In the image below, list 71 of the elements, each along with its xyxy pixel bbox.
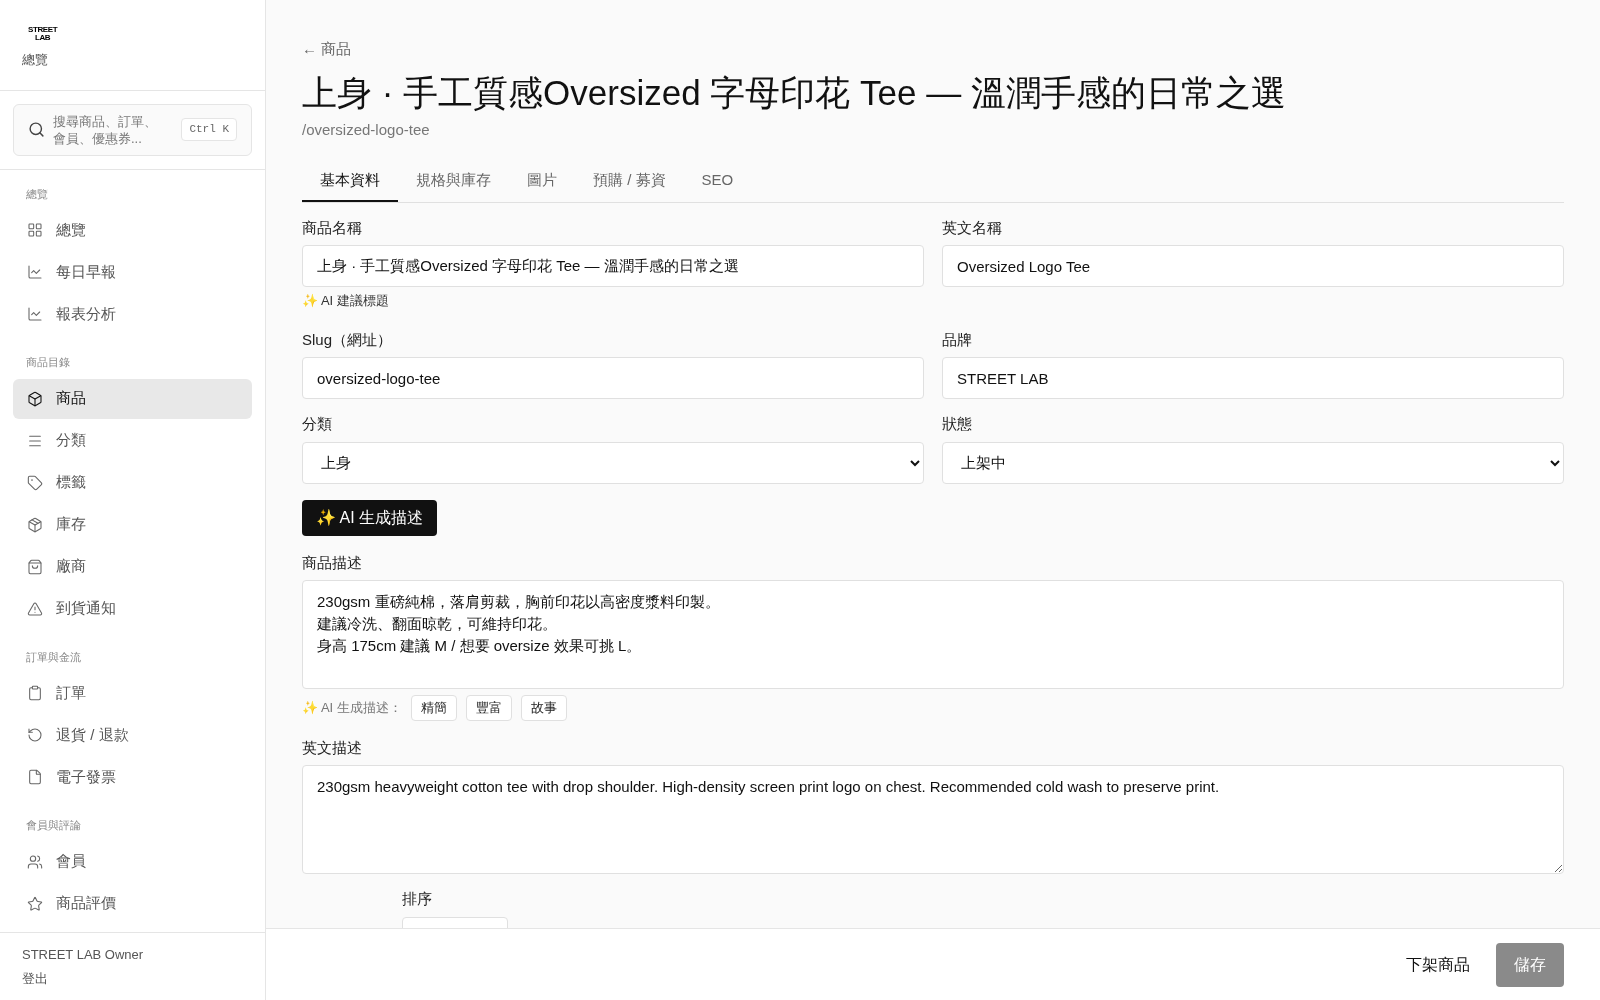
english-name-field[interactable]: Oversized Logo Tee <box>942 245 1564 287</box>
shortcut-key: Ctrl K <box>181 118 237 141</box>
bag-icon <box>27 558 43 575</box>
description-field[interactable]: 230gsm 重磅純棉，落肩剪裁，胸前印花以高密度漿料印製。 建議冷洗、翻面晾乾，可維持印花。 身高 175cm 建議 M / 想要 oversize 效果可挑 L。 <box>302 580 1564 689</box>
status-select[interactable]: 上架中 <box>942 441 1564 484</box>
field-label: 商品名稱 <box>302 217 363 238</box>
ai-suggest-link[interactable]: ✨ AI 建議標題 <box>302 291 924 311</box>
cube-icon <box>27 390 43 407</box>
nav-item[interactable]: 庫存 <box>13 504 252 545</box>
warning-icon <box>27 600 43 617</box>
tab[interactable]: 預購 / 募資 <box>575 167 684 202</box>
field-label: 商品描述 <box>302 552 363 573</box>
nav-item[interactable]: 總覽 <box>13 210 252 250</box>
search-field[interactable]: 搜尋商品、訂單、會員、優惠券... Ctrl K <box>13 103 252 156</box>
nav-item[interactable]: 退貨 / 退款 <box>13 715 252 755</box>
field-label: 英文名稱 <box>942 217 1003 238</box>
field-label: 英文描述 <box>302 737 363 758</box>
product-name-field[interactable]: 上身 · 手工質感Oversized 字母印花 Tee — 溫潤手感的日常之選 <box>302 245 924 287</box>
file-icon <box>27 769 43 785</box>
page-title: 上身 · 手工質感Oversized 字母印花 Tee — 溫潤手感的日常之選 <box>302 71 1287 114</box>
brand-field[interactable]: STREET LAB <box>942 357 1564 399</box>
ai-generate-button[interactable]: ✨ AI 生成描述 <box>302 499 438 536</box>
ai-style-label: ✨ AI 生成描述： <box>302 699 402 717</box>
slug-field[interactable]: oversized-logo-tee <box>302 357 924 399</box>
nav-item[interactable]: 每日早報 <box>13 252 252 292</box>
style-chip[interactable]: 豐富 <box>465 695 512 721</box>
style-chip[interactable]: 精簡 <box>410 695 457 721</box>
nav-item[interactable]: 電子發票 <box>13 757 252 797</box>
field-label: 排序 <box>402 889 433 909</box>
field-label: Slug（網址） <box>302 329 394 350</box>
undo-icon <box>27 727 43 743</box>
nav-section-title: 總覽 <box>25 186 49 202</box>
logout-link[interactable]: 登出 <box>22 968 243 988</box>
unpublish-button[interactable]: 下架商品 <box>1406 952 1470 977</box>
back-link[interactable]: ← 商品 <box>302 38 352 61</box>
nav-item[interactable]: 廠商 <box>13 546 252 587</box>
clipboard-icon <box>27 685 43 701</box>
slug-path: /oversized-logo-tee <box>302 119 431 140</box>
english-description-field[interactable]: 230gsm heavyweight cotton tee with drop shoulder. High-density screen print logo on chest. Recommended cold wash to preserve print. <box>302 765 1564 874</box>
search-placeholder: 搜尋商品、訂單、會員、優惠券... <box>53 112 158 147</box>
nav-item[interactable]: 到貨通知 <box>13 588 252 629</box>
style-chip[interactable]: 故事 <box>520 695 567 721</box>
tab[interactable]: SEO <box>683 167 752 202</box>
tag-icon <box>27 474 43 491</box>
nav-section-title: 訂單與金流 <box>25 649 82 665</box>
logo[interactable]: STREET LAB <box>22 26 58 42</box>
users-icon <box>27 853 43 870</box>
nav-item[interactable]: 會員 <box>13 841 252 882</box>
nav-item[interactable]: 訂單 <box>13 673 252 713</box>
field-label: 品牌 <box>942 329 973 350</box>
line-chart-icon <box>27 264 43 280</box>
nav-item[interactable]: 商品 <box>13 378 252 419</box>
field-label: 分類 <box>302 414 333 434</box>
category-select[interactable]: 上身 <box>302 441 924 484</box>
package-icon <box>27 516 43 533</box>
nav-item[interactable]: 分類 <box>13 420 252 461</box>
star-icon <box>27 895 43 912</box>
user-name: STREET LAB Owner <box>22 946 145 964</box>
search-icon <box>28 121 45 138</box>
tab[interactable]: 基本資料 <box>302 167 398 202</box>
grid-icon <box>27 222 43 238</box>
nav-item[interactable]: 報表分析 <box>13 294 252 334</box>
nav-section-title: 會員與評論 <box>25 818 82 833</box>
tab[interactable]: 圖片 <box>509 167 575 202</box>
nav-item[interactable]: 標籤 <box>13 462 252 503</box>
field-label: 狀態 <box>942 414 973 434</box>
nav-section-title: 商品目錄 <box>25 355 71 370</box>
line-chart-icon <box>27 306 43 322</box>
tab[interactable]: 規格與庫存 <box>398 167 509 202</box>
nav-item[interactable]: 商品評價 <box>13 883 252 924</box>
sidebar-subtitle: 總覽 <box>22 51 49 69</box>
